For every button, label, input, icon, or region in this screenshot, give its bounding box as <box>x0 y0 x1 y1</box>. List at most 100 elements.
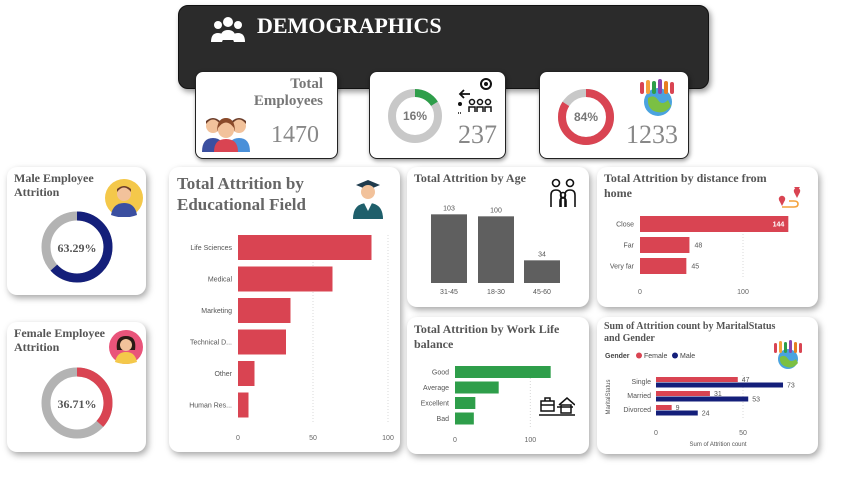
marital-legend-marker <box>636 352 642 359</box>
edu-bar <box>238 266 333 292</box>
wlb-tick-label: 0 <box>453 437 457 444</box>
kpi-total-value: 1470 <box>271 122 319 148</box>
edu-tick-label: 50 <box>309 435 317 442</box>
marital-legend-label: Male <box>680 353 695 360</box>
edu-category-label: Medical <box>208 277 233 284</box>
marital-category-label: Married <box>627 393 651 400</box>
graduate-icon <box>353 180 383 219</box>
globe-crowd-icon <box>640 79 674 116</box>
marital-category-label: Single <box>632 379 652 386</box>
marital-tick-label: 50 <box>739 430 747 437</box>
people-leaving-icon <box>458 78 492 114</box>
edu-bar <box>238 361 255 386</box>
distance-tick-label: 100 <box>737 289 749 296</box>
female-percent-label: 36.71% <box>58 397 97 411</box>
wlb-category-label: Excellent <box>421 401 449 408</box>
edu-bar <box>238 329 286 355</box>
male-attrition-card: Male Employee Attrition 63.29% <box>7 167 146 295</box>
female-attrition-title-line2: Attrition <box>14 340 60 354</box>
marital-bar-female <box>656 405 672 410</box>
kpi-active-employees: 84% 1233 <box>539 71 689 159</box>
age-data-label: 100 <box>490 207 502 214</box>
wlb-bar <box>455 381 499 394</box>
attrition-donut: 16% <box>388 89 442 143</box>
marital-data-label: 24 <box>702 411 710 418</box>
edu-category-label: Technical D... <box>190 340 232 347</box>
age-title: Total Attrition by Age <box>414 171 526 185</box>
distance-data-label: 48 <box>694 243 702 250</box>
page-title: DEMOGRAPHICS <box>257 13 442 38</box>
distance-category-label: Far <box>624 243 635 250</box>
marital-bar-female <box>656 377 738 382</box>
wlb-bar <box>455 412 474 425</box>
edu-category-label: Human Res... <box>189 403 232 410</box>
marital-y-axis-label: MaritalStatus <box>606 379 612 414</box>
wlb-card: Total Attrition by Work Life balance 0 10… <box>407 317 589 454</box>
distance-tick-label: 0 <box>638 289 642 296</box>
group-people-icon <box>211 17 245 42</box>
edu-title-line1: Total Attrition by <box>177 174 304 193</box>
age-category-label: 18-30 <box>487 289 505 296</box>
marital-bar-male <box>656 382 784 388</box>
kpi-total-label-line1: Total <box>290 76 323 92</box>
distance-category-label: Very far <box>610 264 635 271</box>
kpi-total-label-line2: Employees <box>253 93 323 109</box>
attrition-percent-label: 16% <box>403 109 427 123</box>
marital-legend-marker <box>672 352 678 359</box>
marital-tick-label: 0 <box>654 430 658 437</box>
age-data-label: 34 <box>538 251 546 258</box>
age-category-label: 31-45 <box>440 289 458 296</box>
edu-bar-chart: 0 50 100 Life Sciences Medical Marketing Techn… <box>189 235 394 442</box>
active-percent-label: 84% <box>574 110 598 124</box>
wlb-category-label: Bad <box>437 416 450 423</box>
wlb-bar <box>455 397 476 409</box>
marital-bar-male <box>656 410 698 416</box>
distance-title-line2: home <box>604 186 632 200</box>
kpi-active-value: 1233 <box>626 120 678 149</box>
marital-bar-chart: Gender Female Male0 50Single 4773Married 3153… <box>605 352 795 448</box>
edu-title-line2: Educational Field <box>177 195 306 214</box>
kpi-total-employees: Total Employees 1470 <box>195 71 338 159</box>
employees-group-icon <box>202 118 250 152</box>
kpi-attrition: 16% 237 <box>369 71 506 159</box>
age-card: Total Attrition by Age 103 31-45 100 18-30 3… <box>407 167 589 307</box>
male-donut: 63.29% <box>41 211 113 283</box>
edu-category-label: Life Sciences <box>190 245 232 252</box>
distance-title-line1: Total Attrition by distance from <box>604 171 767 185</box>
marital-x-axis-label: Sum of Attrition count <box>689 442 746 448</box>
wlb-title-line2: balance <box>414 337 454 351</box>
age-bar <box>524 260 560 283</box>
wlb-category-label: Average <box>423 385 449 392</box>
edu-bar <box>238 392 249 418</box>
distance-data-label: 144 <box>773 222 785 229</box>
distance-data-label: 45 <box>691 264 699 271</box>
age-category-label: 45-60 <box>533 289 551 296</box>
age-bar <box>478 216 514 283</box>
wlb-bar <box>455 366 551 378</box>
marital-legend-title: Gender <box>605 353 630 360</box>
male-percent-label: 63.29% <box>58 241 97 255</box>
wlb-title-line1: Total Attrition by Work Life <box>414 322 560 336</box>
distance-bar <box>640 237 690 253</box>
marital-legend-label: Female <box>644 353 667 360</box>
marital-bar-male <box>656 396 749 402</box>
distance-card: Total Attrition by distance from home 0 1… <box>597 167 818 307</box>
female-attrition-card: Female Employee Attrition 36.71% <box>7 322 146 452</box>
kpi-attrition-value: 237 <box>458 120 497 149</box>
age-data-label: 103 <box>443 205 455 212</box>
age-bar <box>431 214 467 283</box>
active-donut: 84% <box>558 89 614 145</box>
marital-card: Sum of Attrition count by MaritalStatus … <box>597 317 818 454</box>
male-attrition-title-line1: Male Employee <box>14 171 94 185</box>
marital-title-line2: and Gender <box>604 333 655 344</box>
distance-bar <box>640 216 789 232</box>
edu-bar <box>238 298 291 323</box>
female-avatar-icon <box>109 330 143 364</box>
wlb-category-label: Good <box>432 370 449 377</box>
female-attrition-title-line1: Female Employee <box>14 326 105 340</box>
female-donut: 36.71% <box>41 367 113 439</box>
edu-category-label: Marketing <box>201 308 232 315</box>
marital-data-label: 53 <box>752 397 760 404</box>
distance-category-label: Close <box>616 222 634 229</box>
distance-bar-chart: 0 100 Close 144 Far 48 Very far 45 <box>610 216 789 296</box>
